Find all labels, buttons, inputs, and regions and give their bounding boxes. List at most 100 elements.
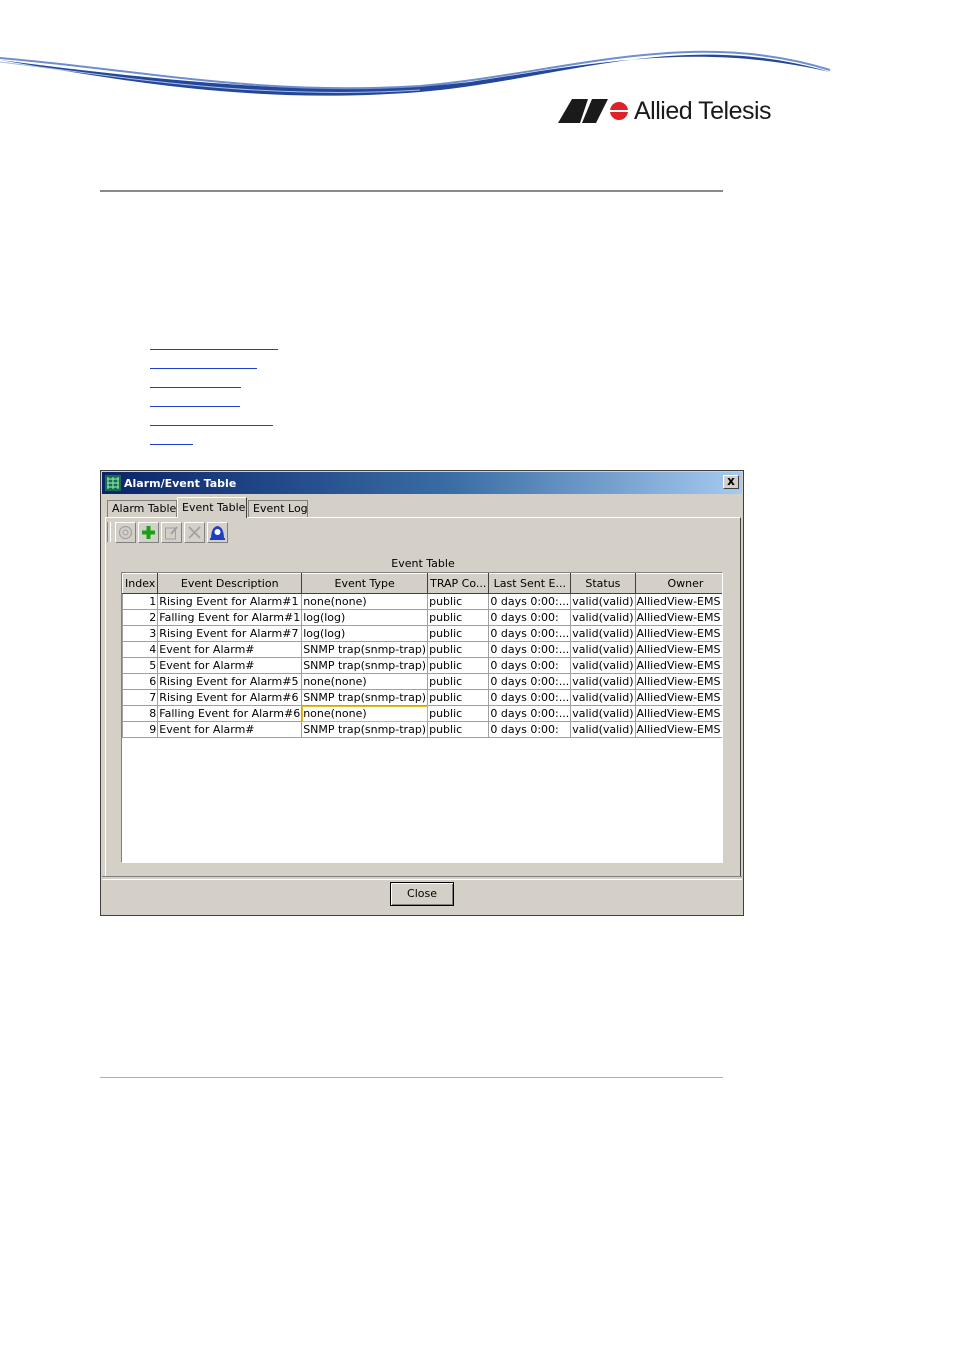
cell-community: public xyxy=(427,721,490,738)
cell-status: valid(valid) xyxy=(570,657,636,674)
cell-event-type: none(none) xyxy=(301,673,429,690)
cell-community: public xyxy=(427,673,490,690)
cell-status: valid(valid) xyxy=(570,641,636,658)
column-header-trap-community[interactable]: TRAP Co... xyxy=(427,573,490,594)
cell-description: Falling Event for Alarm#1 xyxy=(157,609,303,626)
cell-owner: AlliedView-EMS ... xyxy=(634,657,722,674)
cell-description: Event for Alarm# xyxy=(157,641,303,658)
cell-event-type: SNMP trap(snmp-trap) xyxy=(301,689,429,706)
cell-description: Rising Event for Alarm#5 xyxy=(157,673,303,690)
cell-description: Event for Alarm# xyxy=(157,657,303,674)
tab-event-log[interactable]: Event Log xyxy=(248,500,308,517)
cell-community: public xyxy=(427,609,490,626)
cell-last-sent: 0 days 0:00:... xyxy=(488,593,572,610)
cell-event-type: SNMP trap(snmp-trap) xyxy=(301,657,429,674)
cell-status: valid(valid) xyxy=(570,705,636,722)
cell-last-sent: 0 days 0:00: xyxy=(488,721,572,738)
table-row[interactable]: 5 Event for Alarm# SNMP trap(snmp-trap) … xyxy=(122,657,722,674)
cell-last-sent: 0 days 0:00: xyxy=(488,609,572,626)
cell-event-type-focused[interactable]: none(none) xyxy=(301,705,429,722)
button-bar-separator xyxy=(102,876,742,880)
column-header-description[interactable]: Event Description xyxy=(157,573,303,594)
cell-description: Event for Alarm# xyxy=(157,721,303,738)
cell-description: Rising Event for Alarm#6 xyxy=(157,689,303,706)
toc-link-6[interactable] xyxy=(150,444,193,445)
cell-status: valid(valid) xyxy=(570,673,636,690)
column-header-owner[interactable]: Owner xyxy=(634,573,722,594)
cell-last-sent: 0 days 0:00:... xyxy=(488,689,572,706)
delete-icon[interactable] xyxy=(184,521,205,543)
cell-last-sent: 0 days 0:00:... xyxy=(488,705,572,722)
cell-community: public xyxy=(427,689,490,706)
logo-mark-icon xyxy=(558,99,628,123)
network-app-icon xyxy=(105,475,121,491)
allied-telesis-logo: Allied Telesis xyxy=(558,96,772,126)
toolbar-grip xyxy=(107,522,111,542)
toc-link-4[interactable] xyxy=(150,406,240,407)
column-header-last-sent[interactable]: Last Sent E... xyxy=(488,573,572,594)
table-caption: Event Table xyxy=(391,557,455,570)
cell-community: public xyxy=(427,625,490,642)
dialog-title: Alarm/Event Table xyxy=(124,476,237,490)
cell-status: valid(valid) xyxy=(570,625,636,642)
refresh-icon[interactable] xyxy=(115,521,136,543)
cell-last-sent: 0 days 0:00:... xyxy=(488,641,572,658)
cell-index: 3 xyxy=(122,625,159,642)
cell-status: valid(valid) xyxy=(570,689,636,706)
alarm-icon[interactable] xyxy=(207,521,228,543)
cell-owner: AlliedView-EMS ... xyxy=(634,593,722,610)
cell-event-type: SNMP trap(snmp-trap) xyxy=(301,721,429,738)
event-table-grid: Index Event Description Event Type TRAP … xyxy=(121,572,723,863)
tab-event-table[interactable]: Event Table xyxy=(177,497,247,518)
table-row[interactable]: 9 Event for Alarm# SNMP trap(snmp-trap) … xyxy=(122,721,722,738)
table-row[interactable]: 3 Rising Event for Alarm#7 log(log) publ… xyxy=(122,625,722,642)
cell-status: valid(valid) xyxy=(570,593,636,610)
cell-index: 2 xyxy=(122,609,159,626)
add-icon[interactable] xyxy=(138,521,159,543)
cell-index: 5 xyxy=(122,657,159,674)
cell-index: 6 xyxy=(122,673,159,690)
cell-description: Falling Event for Alarm#6 xyxy=(157,705,303,722)
cell-index: 8 xyxy=(122,705,159,722)
brand-name: Allied Telesis xyxy=(634,96,772,125)
cell-owner: AlliedView-EMS ... xyxy=(634,609,722,626)
cell-index: 9 xyxy=(122,721,159,738)
tab-alarm-table[interactable]: Alarm Table xyxy=(107,500,177,517)
dialog-titlebar[interactable]: Alarm/Event Table x xyxy=(102,472,742,494)
table-row[interactable]: 2 Falling Event for Alarm#1 log(log) pub… xyxy=(122,609,722,626)
footer-rule xyxy=(100,1077,723,1078)
cell-status: valid(valid) xyxy=(570,609,636,626)
toc-link-1[interactable] xyxy=(150,349,278,350)
table-row[interactable]: 7 Rising Event for Alarm#6 SNMP trap(snm… xyxy=(122,689,722,706)
cell-last-sent: 0 days 0:00:... xyxy=(488,625,572,642)
table-row-selected[interactable]: 8 Falling Event for Alarm#6 none(none) p… xyxy=(122,705,722,722)
table-row[interactable]: 4 Event for Alarm# SNMP trap(snmp-trap) … xyxy=(122,641,722,658)
table-row[interactable]: 1 Rising Event for Alarm#1 none(none) pu… xyxy=(122,593,722,610)
header-swoosh xyxy=(0,50,831,96)
cell-event-type: SNMP trap(snmp-trap) xyxy=(301,641,429,658)
cell-owner: AlliedView-EMS ... xyxy=(634,689,722,706)
cell-status: valid(valid) xyxy=(570,721,636,738)
cell-owner: AlliedView-EMS ... xyxy=(634,641,722,658)
column-header-index[interactable]: Index xyxy=(122,573,159,594)
cell-description: Rising Event for Alarm#1 xyxy=(157,593,303,610)
close-button[interactable]: Close xyxy=(390,882,454,906)
close-icon[interactable]: x xyxy=(723,475,739,489)
column-header-status[interactable]: Status xyxy=(570,573,636,594)
cell-community: public xyxy=(427,593,490,610)
cell-owner: AlliedView-EMS ... xyxy=(634,673,722,690)
toc-link-2[interactable] xyxy=(150,368,257,369)
toc-link-3[interactable] xyxy=(150,387,241,388)
cell-last-sent: 0 days 0:00: xyxy=(488,657,572,674)
edit-icon[interactable] xyxy=(161,521,182,543)
cell-owner: AlliedView-EMS ... xyxy=(634,705,722,722)
cell-community: public xyxy=(427,641,490,658)
cell-index: 1 xyxy=(122,593,159,610)
alarm-event-dialog: Alarm/Event Table x Alarm Table Event Ta… xyxy=(100,470,744,916)
cell-owner: AlliedView-EMS xyxy=(634,721,722,738)
column-header-event-type[interactable]: Event Type xyxy=(301,573,429,594)
cell-owner: AlliedView-EMS ... xyxy=(634,625,722,642)
table-header-row: Index Event Description Event Type TRAP … xyxy=(122,573,722,594)
table-row[interactable]: 6 Rising Event for Alarm#5 none(none) pu… xyxy=(122,673,722,690)
toc-link-5[interactable] xyxy=(150,425,273,426)
